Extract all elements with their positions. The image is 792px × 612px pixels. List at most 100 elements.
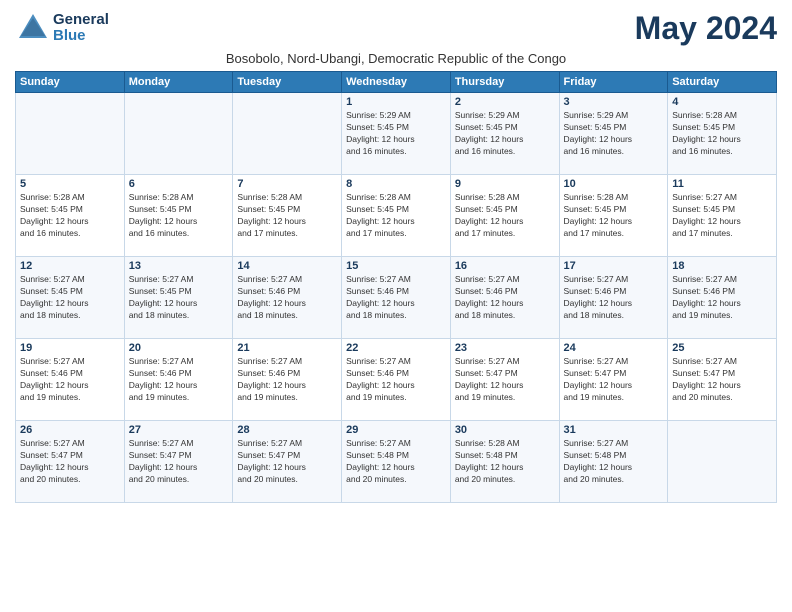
day-number: 4 [672,96,772,108]
day-number: 27 [129,424,229,436]
day-number: 23 [455,342,555,354]
day-number: 3 [564,96,664,108]
day-number: 21 [237,342,337,354]
cell-info: Sunrise: 5:27 AMSunset: 5:46 PMDaylight:… [564,274,664,322]
day-number: 26 [20,424,120,436]
calendar-cell: 26 Sunrise: 5:27 AMSunset: 5:47 PMDayligh… [16,421,125,503]
day-number: 12 [20,260,120,272]
logo-name: General Blue [53,12,109,45]
day-number: 19 [20,342,120,354]
calendar-cell: 27 Sunrise: 5:27 AMSunset: 5:47 PMDayligh… [124,421,233,503]
day-number: 7 [237,178,337,190]
header-thursday: Thursday [450,72,559,93]
day-number: 31 [564,424,664,436]
calendar-cell: 24 Sunrise: 5:27 AMSunset: 5:47 PMDayligh… [559,339,668,421]
calendar-cell: 25 Sunrise: 5:27 AMSunset: 5:47 PMDayligh… [668,339,777,421]
cell-info: Sunrise: 5:27 AMSunset: 5:46 PMDaylight:… [129,356,229,404]
subtitle: Bosobolo, Nord-Ubangi, Democratic Republ… [15,51,777,66]
calendar-cell: 31 Sunrise: 5:27 AMSunset: 5:48 PMDayligh… [559,421,668,503]
header-wednesday: Wednesday [342,72,451,93]
cell-info: Sunrise: 5:27 AMSunset: 5:48 PMDaylight:… [564,438,664,486]
calendar-cell: 5Sunrise: 5:28 AMSunset: 5:45 PMDaylight… [16,175,125,257]
day-number: 2 [455,96,555,108]
week-row-0: 1 Sunrise: 5:29 AMSunset: 5:45 PMDaylight… [16,93,777,175]
logo-general-text: General [53,12,109,29]
cell-info: Sunrise: 5:28 AMSunset: 5:45 PMDaylight:… [237,192,337,240]
header-monday: Monday [124,72,233,93]
calendar-cell: 28Sunrise: 5:27 AMSunset: 5:47 PMDayligh… [233,421,342,503]
cell-info: Sunrise: 5:29 AMSunset: 5:45 PMDaylight:… [455,110,555,158]
calendar-cell: 18Sunrise: 5:27 AMSunset: 5:46 PMDayligh… [668,257,777,339]
cell-info: Sunrise: 5:27 AMSunset: 5:46 PMDaylight:… [455,274,555,322]
calendar-cell: 21Sunrise: 5:27 AMSunset: 5:46 PMDayligh… [233,339,342,421]
day-number: 13 [129,260,229,272]
calendar-cell: 7 Sunrise: 5:28 AMSunset: 5:45 PMDaylight… [233,175,342,257]
day-number: 24 [564,342,664,354]
cell-info: Sunrise: 5:27 AMSunset: 5:46 PMDaylight:… [346,274,446,322]
header-row: Sunday Monday Tuesday Wednesday Thursday… [16,72,777,93]
cell-info: Sunrise: 5:27 AMSunset: 5:48 PMDaylight:… [346,438,446,486]
calendar-cell: 30Sunrise: 5:28 AMSunset: 5:48 PMDayligh… [450,421,559,503]
day-number: 16 [455,260,555,272]
cell-info: Sunrise: 5:27 AMSunset: 5:45 PMDaylight:… [129,274,229,322]
day-number: 9 [455,178,555,190]
cell-info: Sunrise: 5:27 AMSunset: 5:47 PMDaylight:… [564,356,664,404]
calendar-cell: 1 Sunrise: 5:29 AMSunset: 5:45 PMDaylight… [342,93,451,175]
cell-info: Sunrise: 5:27 AMSunset: 5:46 PMDaylight:… [346,356,446,404]
cell-info: Sunrise: 5:28 AMSunset: 5:45 PMDaylight:… [672,110,772,158]
day-number: 25 [672,342,772,354]
calendar-cell: 29Sunrise: 5:27 AMSunset: 5:48 PMDayligh… [342,421,451,503]
cell-info: Sunrise: 5:27 AMSunset: 5:45 PMDaylight:… [672,192,772,240]
cell-info: Sunrise: 5:29 AMSunset: 5:45 PMDaylight:… [346,110,446,158]
cell-info: Sunrise: 5:28 AMSunset: 5:45 PMDaylight:… [346,192,446,240]
calendar-cell: 19 Sunrise: 5:27 AMSunset: 5:46 PMDayligh… [16,339,125,421]
cell-info: Sunrise: 5:27 AMSunset: 5:46 PMDaylight:… [20,356,120,404]
cell-info: Sunrise: 5:27 AMSunset: 5:47 PMDaylight:… [20,438,120,486]
logo-icon [15,10,51,46]
calendar-cell: 13 Sunrise: 5:27 AMSunset: 5:45 PMDayligh… [124,257,233,339]
day-number: 10 [564,178,664,190]
cell-info: Sunrise: 5:28 AMSunset: 5:45 PMDaylight:… [20,192,120,240]
cell-info: Sunrise: 5:27 AMSunset: 5:47 PMDaylight:… [672,356,772,404]
day-number: 18 [672,260,772,272]
cell-info: Sunrise: 5:27 AMSunset: 5:47 PMDaylight:… [455,356,555,404]
calendar-cell: 17 Sunrise: 5:27 AMSunset: 5:46 PMDayligh… [559,257,668,339]
calendar-header: Sunday Monday Tuesday Wednesday Thursday… [16,72,777,93]
cell-info: Sunrise: 5:29 AMSunset: 5:45 PMDaylight:… [564,110,664,158]
cell-info: Sunrise: 5:28 AMSunset: 5:48 PMDaylight:… [455,438,555,486]
calendar-cell: 20 Sunrise: 5:27 AMSunset: 5:46 PMDayligh… [124,339,233,421]
day-number: 15 [346,260,446,272]
calendar-cell: 3 Sunrise: 5:29 AMSunset: 5:45 PMDaylight… [559,93,668,175]
day-number: 22 [346,342,446,354]
day-number: 1 [346,96,446,108]
header-sunday: Sunday [16,72,125,93]
day-number: 11 [672,178,772,190]
calendar-cell: 11 Sunrise: 5:27 AMSunset: 5:45 PMDayligh… [668,175,777,257]
day-number: 6 [129,178,229,190]
calendar-cell [124,93,233,175]
day-number: 17 [564,260,664,272]
week-row-4: 26 Sunrise: 5:27 AMSunset: 5:47 PMDayligh… [16,421,777,503]
month-title: May 2024 [635,10,777,47]
day-number: 8 [346,178,446,190]
calendar-cell: 16 Sunrise: 5:27 AMSunset: 5:46 PMDayligh… [450,257,559,339]
calendar-cell: 2 Sunrise: 5:29 AMSunset: 5:45 PMDaylight… [450,93,559,175]
calendar-body: 1 Sunrise: 5:29 AMSunset: 5:45 PMDaylight… [16,93,777,503]
calendar-cell: 10Sunrise: 5:28 AMSunset: 5:45 PMDayligh… [559,175,668,257]
calendar-table: Sunday Monday Tuesday Wednesday Thursday… [15,71,777,503]
page: General Blue May 2024 Bosobolo, Nord-Uba… [0,0,792,612]
header-saturday: Saturday [668,72,777,93]
calendar-cell: 14Sunrise: 5:27 AMSunset: 5:46 PMDayligh… [233,257,342,339]
header-tuesday: Tuesday [233,72,342,93]
day-number: 20 [129,342,229,354]
calendar-cell: 4 Sunrise: 5:28 AMSunset: 5:45 PMDaylight… [668,93,777,175]
calendar-cell [668,421,777,503]
cell-info: Sunrise: 5:27 AMSunset: 5:46 PMDaylight:… [237,274,337,322]
cell-info: Sunrise: 5:27 AMSunset: 5:45 PMDaylight:… [20,274,120,322]
header-friday: Friday [559,72,668,93]
cell-info: Sunrise: 5:27 AMSunset: 5:47 PMDaylight:… [129,438,229,486]
logo-blue-text: Blue [53,28,109,45]
calendar-cell: 15 Sunrise: 5:27 AMSunset: 5:46 PMDayligh… [342,257,451,339]
week-row-3: 19 Sunrise: 5:27 AMSunset: 5:46 PMDayligh… [16,339,777,421]
cell-info: Sunrise: 5:28 AMSunset: 5:45 PMDaylight:… [455,192,555,240]
